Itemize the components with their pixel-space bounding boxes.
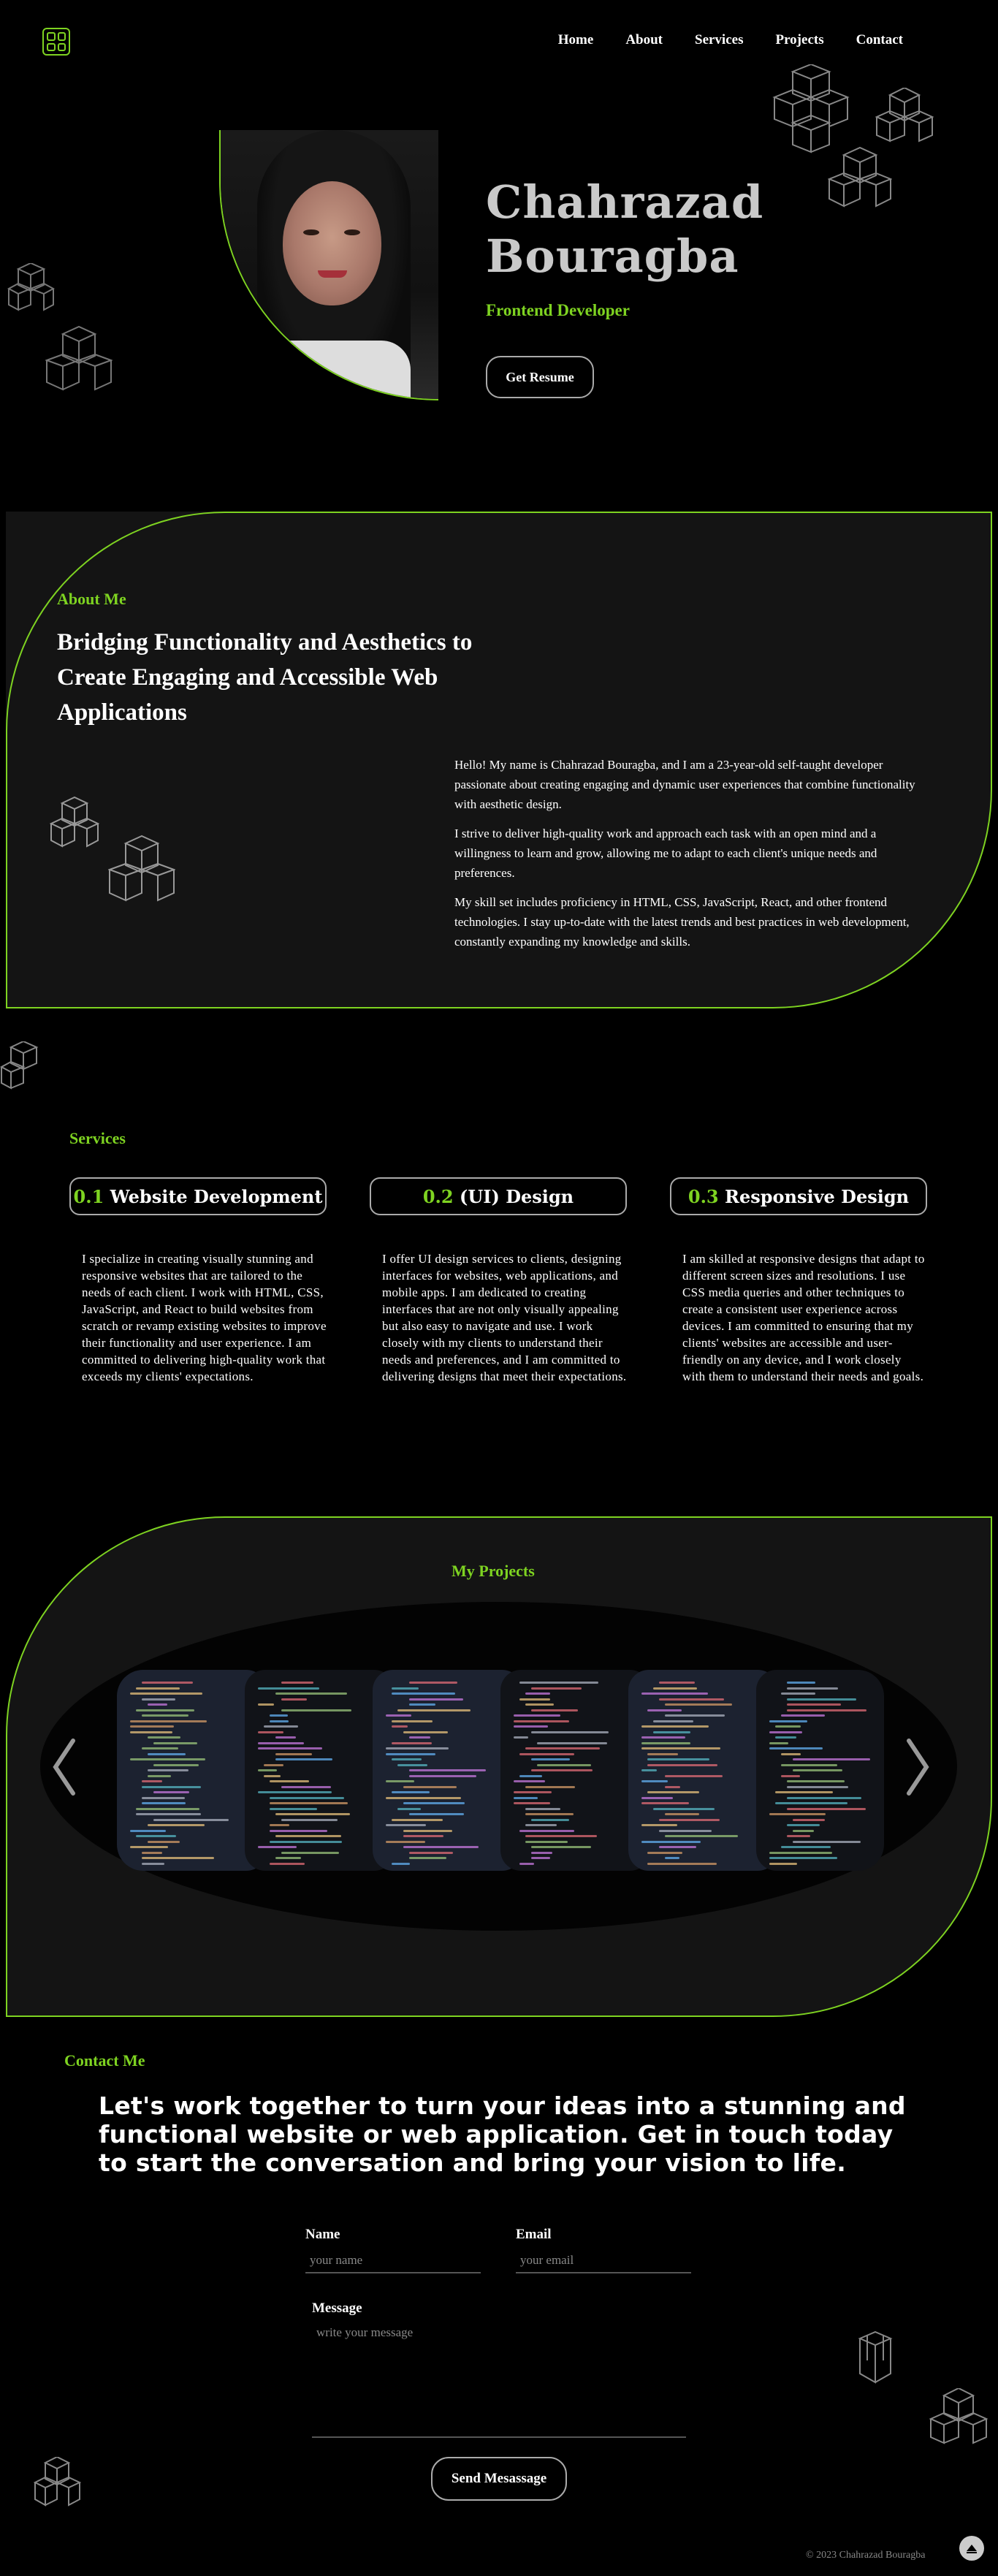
contact-label: Contact Me [64,2051,145,2070]
about-paragraph: I strive to deliver high-quality work an… [454,827,877,880]
projects-carousel [117,1670,884,1871]
nav-about[interactable]: About [625,32,663,48]
carousel-prev-button[interactable] [50,1738,79,1796]
cube-icon [858,2331,893,2384]
cube-icon [828,146,892,208]
footer-copyright: © 2023 Chahrazad Bouragba [806,2550,926,2561]
hero-role: Frontend Developer [486,301,630,319]
about-heading: Bridging Functionality and Aesthetics to… [57,629,473,726]
carousel-next-button[interactable] [903,1738,932,1796]
cube-icon [0,1041,39,1090]
cube-icon [45,325,113,391]
scroll-to-top-button[interactable] [959,2536,984,2561]
cube-icon [875,88,934,143]
chevron-left-icon [53,1739,75,1796]
arrow-up-icon [967,2545,977,2553]
project-slide[interactable] [756,1670,884,1871]
about-paragraph: Hello! My name is Chahrazad Bouragba, an… [454,758,915,811]
service-card-body: I offer UI design services to clients, d… [382,1252,627,1383]
cube-cluster-icon [772,64,850,153]
service-card-title: 0.3 Responsive Design [670,1177,927,1215]
get-resume-button[interactable]: Get Resume [486,356,594,398]
nav-projects[interactable]: Projects [775,32,823,48]
chevron-right-icon [907,1739,929,1796]
services-label: Services [69,1129,126,1147]
name-label: Name [305,2227,340,2242]
nav-services[interactable]: Services [695,32,743,48]
profile-photo [219,130,438,400]
projects-label: My Projects [452,1562,535,1580]
cube-icon [50,797,99,848]
service-card-title: 0.2 (UI) Design [370,1177,627,1215]
nav-home[interactable]: Home [558,32,594,48]
message-label: Message [312,2300,362,2316]
cube-icon [108,835,175,902]
contact-lead: Let's work together to turn your ideas i… [99,2091,906,2177]
send-message-button[interactable]: Send Mesassage [431,2457,567,2501]
nav-contact[interactable]: Contact [856,32,903,48]
about-label: About Me [57,590,126,608]
main-nav: Home About Services Projects Contact [558,32,903,48]
hero-name: Chahrazad Bouragba [486,175,764,283]
cube-icon [34,2457,81,2507]
service-card-title: 0.1 Website Development [69,1177,327,1215]
about-paragraph: My skill set includes proficiency in HTM… [454,895,910,949]
cube-icon [929,2388,988,2444]
email-label: Email [516,2227,552,2242]
message-textarea[interactable] [312,2321,686,2438]
service-card-body: I am skilled at responsive designs that … [682,1252,925,1383]
cube-icon [7,263,55,311]
email-input[interactable] [516,2249,691,2273]
about-text: Hello! My name is Chahrazad Bouragba, an… [454,755,922,961]
logo[interactable] [42,28,70,56]
name-input[interactable] [305,2249,481,2273]
service-card-body: I specialize in creating visually stunni… [82,1252,327,1383]
